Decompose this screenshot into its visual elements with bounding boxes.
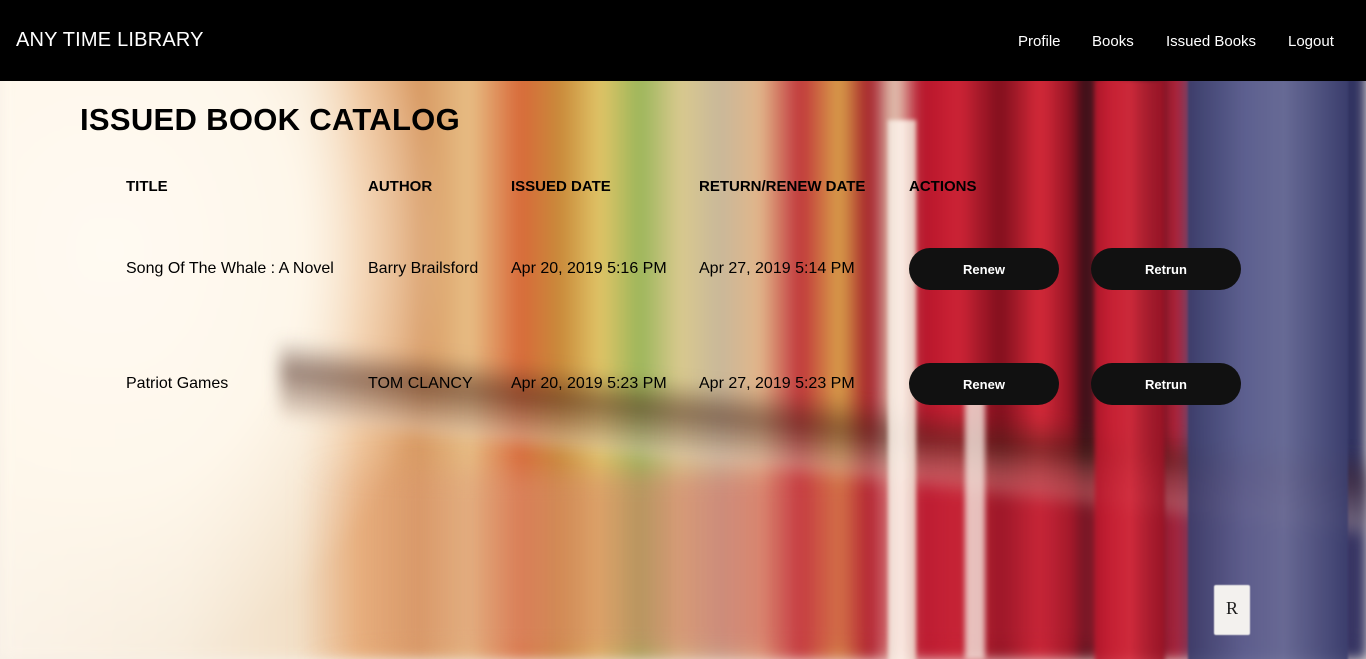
cell-issued-date: Apr 20, 2019 5:23 PM	[511, 375, 667, 392]
cell-title: Song Of The Whale : A Novel	[126, 260, 334, 277]
column-header-title: TITLE	[126, 178, 168, 195]
page-title: ISSUED BOOK CATALOG	[80, 102, 461, 137]
nav-link-profile[interactable]: Profile	[1018, 33, 1061, 50]
cell-author: Barry Brailsford	[368, 260, 479, 277]
return-button[interactable]: Retrun	[1091, 248, 1241, 290]
nav-link-books[interactable]: Books	[1092, 33, 1134, 50]
top-navbar: ANY TIME LIBRARY Profile Books Issued Bo…	[0, 0, 1366, 81]
column-header-issued-date: ISSUED DATE	[511, 178, 611, 195]
nav-link-logout[interactable]: Logout	[1288, 33, 1334, 50]
column-header-actions: ACTIONS	[909, 178, 977, 195]
cell-return-date: Apr 27, 2019 5:23 PM	[699, 375, 855, 392]
brand-logo-text[interactable]: ANY TIME LIBRARY	[16, 29, 204, 52]
cell-issued-date: Apr 20, 2019 5:16 PM	[511, 260, 667, 277]
cell-author: TOM CLANCY	[368, 375, 473, 392]
renew-button[interactable]: Renew	[909, 363, 1059, 405]
column-header-return-renew-date: RETURN/RENEW DATE	[699, 178, 866, 195]
cell-return-date: Apr 27, 2019 5:14 PM	[699, 260, 855, 277]
main-content: ISSUED BOOK CATALOG TITLE AUTHOR ISSUED …	[0, 81, 1366, 659]
return-button[interactable]: Retrun	[1091, 363, 1241, 405]
nav-link-issued-books[interactable]: Issued Books	[1166, 33, 1256, 50]
cell-title: Patriot Games	[126, 375, 229, 392]
renew-button[interactable]: Renew	[909, 248, 1059, 290]
column-header-author: AUTHOR	[368, 178, 433, 195]
